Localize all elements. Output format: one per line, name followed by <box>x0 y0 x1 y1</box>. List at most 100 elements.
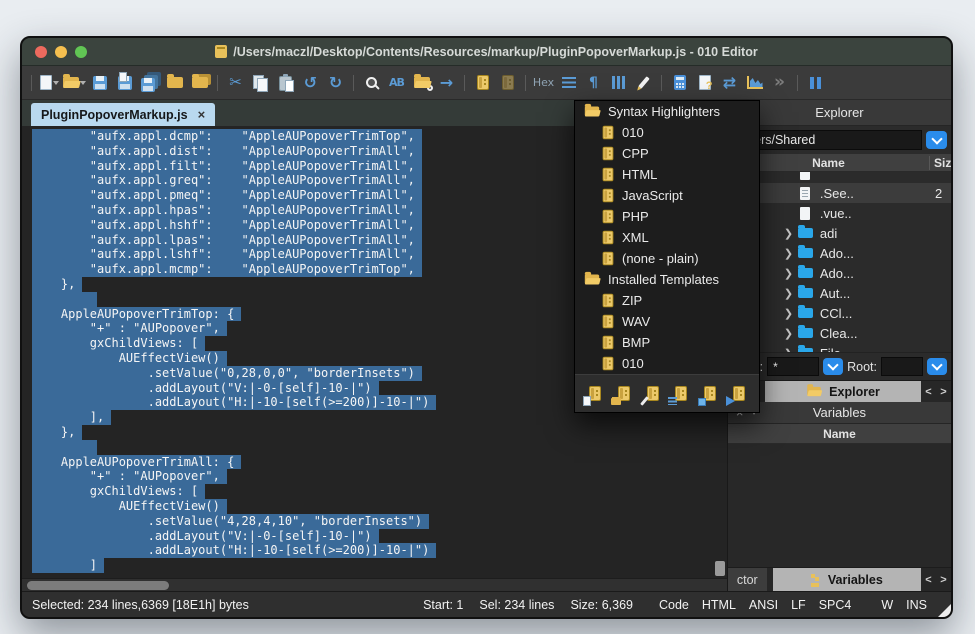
menu-item-html[interactable]: HTML <box>575 164 759 185</box>
menu-item-010[interactable]: 010 <box>575 353 759 374</box>
mode-html[interactable]: HTML <box>702 598 736 612</box>
more-tools-button[interactable]: » <box>767 70 792 96</box>
histogram-button[interactable] <box>742 70 767 96</box>
code-line[interactable]: gxChildViews: [ <box>32 484 713 499</box>
code-line[interactable]: .setValue("4,28,4,10", "borderInsets") <box>32 514 713 529</box>
tree-row--vue-[interactable]: .vue.. <box>728 203 951 223</box>
menu-item-javascript[interactable]: JavaScript <box>575 185 759 206</box>
compare-files-button[interactable]: ⇄ <box>717 70 742 96</box>
zoom-window-button[interactable] <box>75 46 87 58</box>
expand-chevron-icon[interactable]: ❯ <box>784 307 798 320</box>
menu-item-zip[interactable]: ZIP <box>575 290 759 311</box>
tab-scroll-right-icon[interactable]: > <box>936 568 951 591</box>
tree-row-aut-[interactable]: ❯Aut... <box>728 283 951 303</box>
code-line[interactable]: AUEffectView() <box>32 499 713 514</box>
root-dropdown-button[interactable] <box>927 358 947 375</box>
column-mode-button[interactable] <box>606 70 631 96</box>
tab-variables[interactable]: Variables <box>773 568 921 591</box>
tab-close-icon[interactable]: × <box>198 107 206 122</box>
status-start-1[interactable]: Start: 1 <box>423 598 463 612</box>
save-all-button[interactable] <box>137 70 162 96</box>
code-line[interactable]: AppleAUPopoverTrimAll: { <box>32 455 713 470</box>
variables-name-column[interactable]: Name <box>728 427 951 441</box>
script-list-icon[interactable] <box>668 381 694 407</box>
minimize-window-button[interactable] <box>55 46 67 58</box>
tree-row-partial[interactable] <box>728 172 951 183</box>
tab-inspector[interactable]: ctor <box>728 568 767 591</box>
tree-row-ado-[interactable]: ❯Ado... <box>728 263 951 283</box>
word-wrap-button[interactable] <box>556 70 581 96</box>
undo-button[interactable]: ↺ <box>298 70 323 96</box>
code-line[interactable]: ] <box>32 558 713 573</box>
mode-spc4[interactable]: SPC4 <box>819 598 852 612</box>
tree-row-ccl-[interactable]: ❯CCl... <box>728 303 951 323</box>
code-line[interactable] <box>32 440 713 455</box>
open-folder-button[interactable] <box>162 70 187 96</box>
tree-row-file[interactable]: ❯File <box>728 343 951 352</box>
mode-ansi[interactable]: ANSI <box>749 598 778 612</box>
run-script-button[interactable] <box>470 70 495 96</box>
indicator-ins[interactable]: INS <box>906 598 927 612</box>
check-file-button[interactable]: ? <box>692 70 717 96</box>
menu-item-bmp[interactable]: BMP <box>575 332 759 353</box>
filter-dropdown-button[interactable] <box>823 358 843 375</box>
edit-script-icon[interactable] <box>640 381 666 407</box>
run-script-icon[interactable] <box>726 381 752 407</box>
new-file-button[interactable] <box>37 70 62 96</box>
indicator-w[interactable]: W <box>881 598 893 612</box>
expand-chevron-icon[interactable]: ❯ <box>784 227 798 240</box>
filter-input[interactable]: * <box>767 357 819 376</box>
tab-scroll-left-icon[interactable]: < <box>921 568 936 591</box>
paste-button[interactable] <box>273 70 298 96</box>
root-input[interactable] <box>881 357 923 376</box>
goto-button[interactable]: → <box>434 70 459 96</box>
tab-scroll-left-icon[interactable]: < <box>921 381 936 402</box>
scrollbar-thumb[interactable] <box>27 581 169 590</box>
menu-item--none-plain-[interactable]: (none - plain) <box>575 248 759 269</box>
compile-script-icon[interactable] <box>697 381 723 407</box>
status-size-6-369[interactable]: Size: 6,369 <box>570 598 633 612</box>
size-column-header[interactable]: Size <box>929 156 951 170</box>
resize-grip[interactable] <box>938 604 951 617</box>
replace-button[interactable]: AB <box>384 70 409 96</box>
code-line[interactable]: "+" : "AUPopover", <box>32 469 713 484</box>
code-line[interactable]: .addLayout("V:|-0-[self]-10-|") <box>32 529 713 544</box>
find-in-files-button[interactable] <box>409 70 434 96</box>
close-window-button[interactable] <box>35 46 47 58</box>
path-input[interactable]: Users/Shared <box>732 130 922 150</box>
tree-row-adi[interactable]: ❯adi <box>728 223 951 243</box>
horizontal-scrollbar[interactable] <box>22 578 727 591</box>
menu-section-syntax-highlighters[interactable]: Syntax Highlighters <box>575 101 759 122</box>
tree-row--see-[interactable]: .See..2 <box>728 183 951 203</box>
menu-item-010[interactable]: 010 <box>575 122 759 143</box>
open-file-button[interactable] <box>62 70 87 96</box>
open-recent-button[interactable] <box>187 70 212 96</box>
save-button[interactable] <box>87 70 112 96</box>
expand-chevron-icon[interactable]: ❯ <box>784 267 798 280</box>
expand-chevron-icon[interactable]: ❯ <box>784 327 798 340</box>
mode-lf[interactable]: LF <box>791 598 806 612</box>
path-dropdown-button[interactable] <box>926 131 947 149</box>
expand-chevron-icon[interactable]: ❯ <box>784 287 798 300</box>
tab-pluginpopovermarkup[interactable]: PluginPopoverMarkup.js × <box>31 103 215 126</box>
calculator-button[interactable] <box>667 70 692 96</box>
menu-item-cpp[interactable]: CPP <box>575 143 759 164</box>
save-as-button[interactable] <box>112 70 137 96</box>
tree-row-ado-[interactable]: ❯Ado... <box>728 243 951 263</box>
menu-section-installed-templates[interactable]: Installed Templates <box>575 269 759 290</box>
show-whitespace-button[interactable]: ¶ <box>581 70 606 96</box>
expand-chevron-icon[interactable]: ❯ <box>784 247 798 260</box>
menu-item-php[interactable]: PHP <box>575 206 759 227</box>
tree-row-clea-[interactable]: ❯Clea... <box>728 323 951 343</box>
mode-code[interactable]: Code <box>659 598 689 612</box>
copy-button[interactable] <box>248 70 273 96</box>
run-template-button[interactable] <box>495 70 520 96</box>
hex-mode-button[interactable]: Hex <box>531 70 556 96</box>
vertical-scrollbar-thumb[interactable] <box>715 561 725 576</box>
syntax-highlighter-button[interactable] <box>631 70 656 96</box>
open-script-icon[interactable] <box>611 381 637 407</box>
code-line[interactable]: }, <box>32 425 713 440</box>
tab-scroll-right-icon[interactable]: > <box>936 381 951 402</box>
cut-button[interactable]: ✂ <box>223 70 248 96</box>
redo-button[interactable]: ↻ <box>323 70 348 96</box>
